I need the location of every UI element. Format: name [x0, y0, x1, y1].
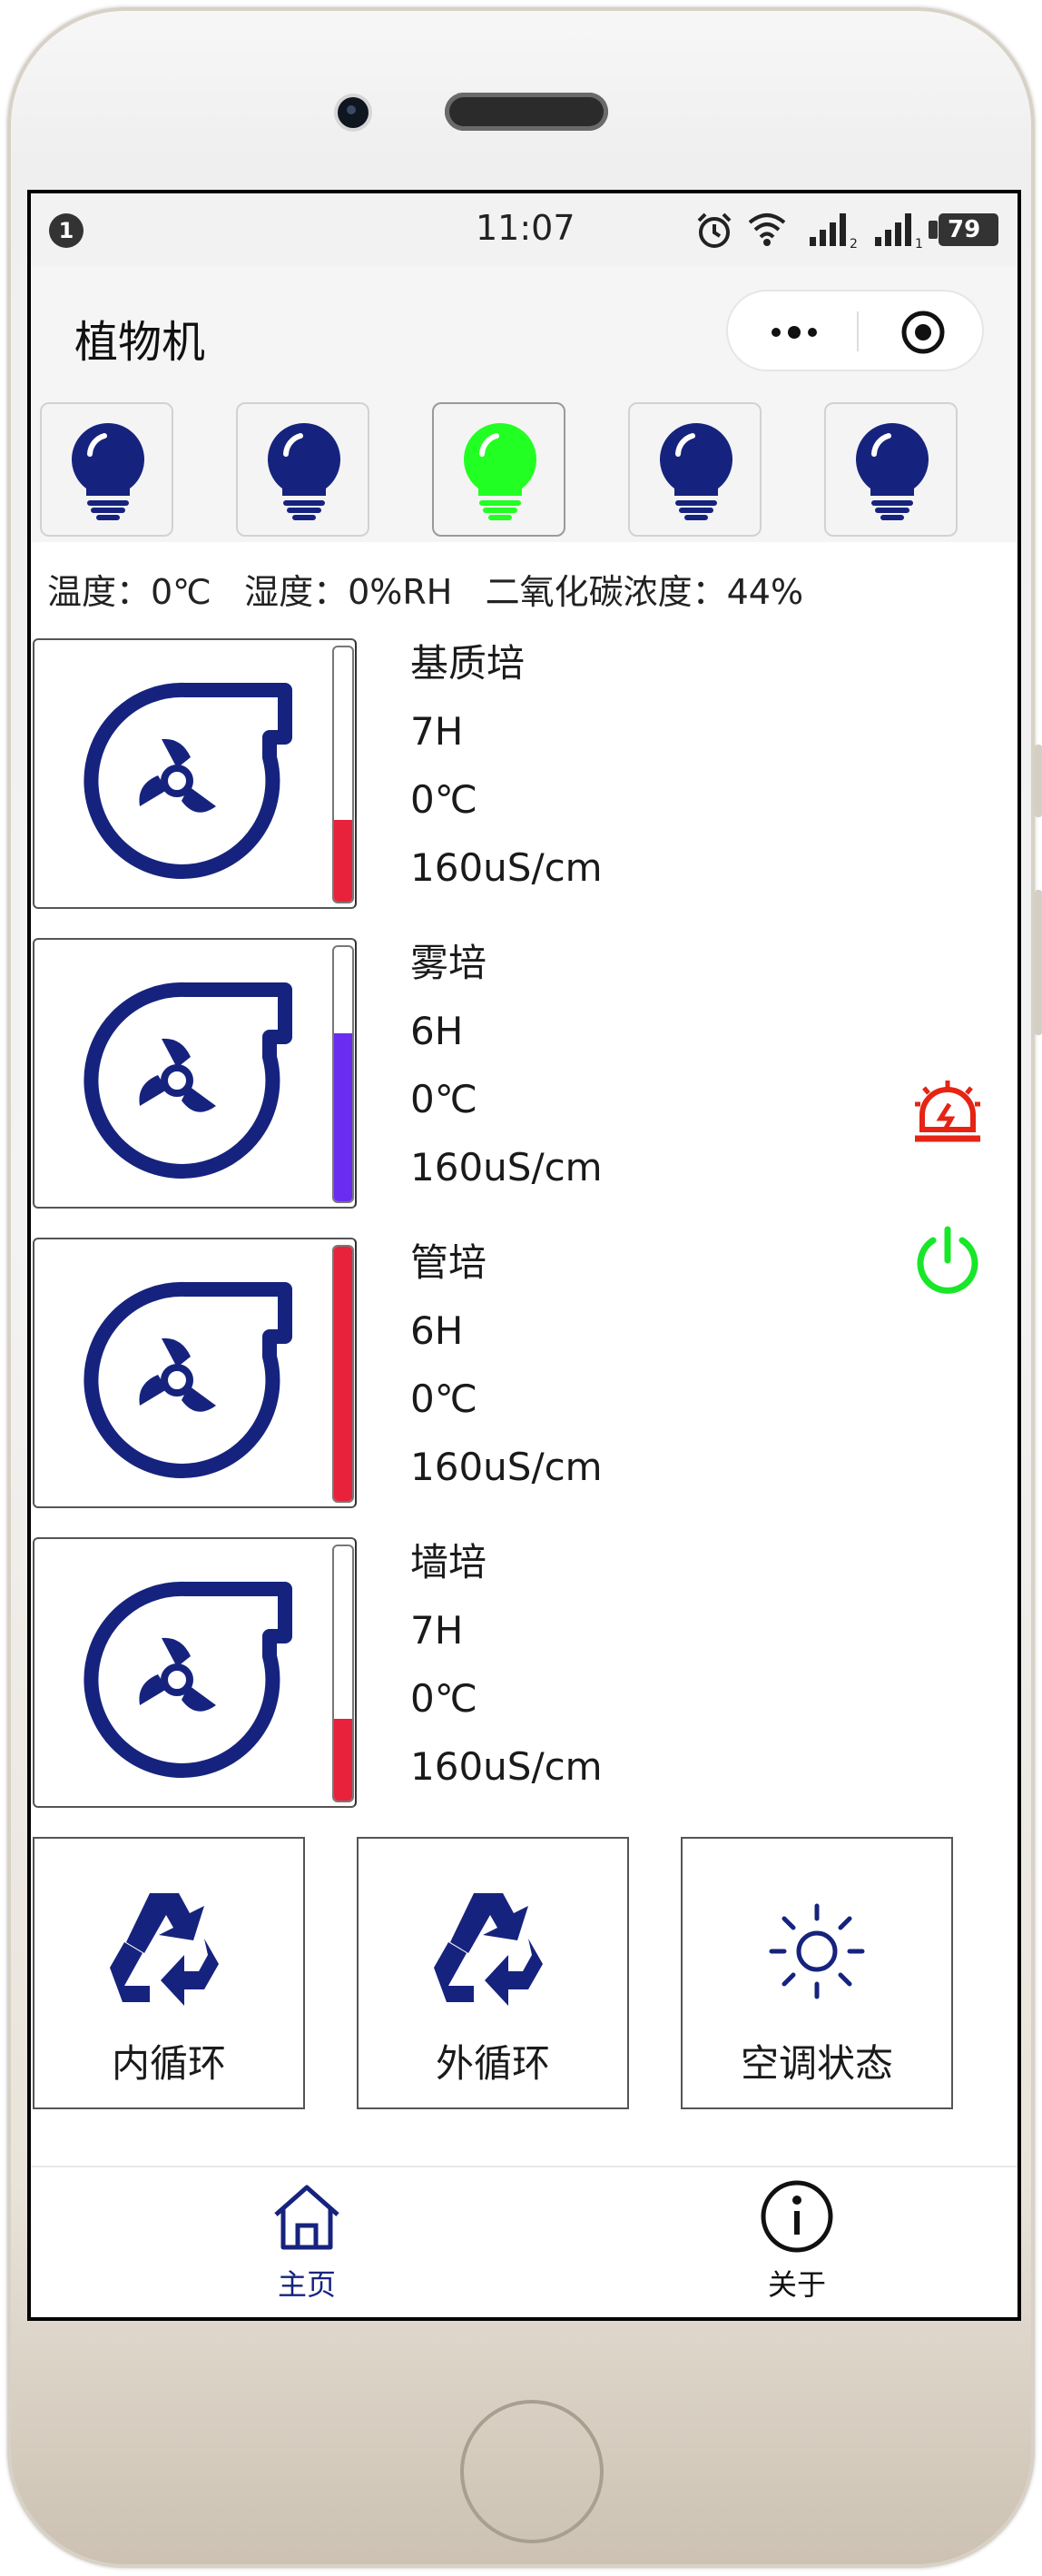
capsule-divider	[857, 311, 859, 351]
tank-name: 管培	[410, 1240, 487, 1285]
tab-home[interactable]: 主页	[216, 2167, 398, 2317]
notification-count: 1	[58, 218, 74, 243]
battery-tip	[929, 221, 938, 239]
signal-icon: 1	[875, 213, 923, 250]
tank-name: 基质培	[410, 641, 526, 686]
fan-icon	[84, 1581, 292, 1778]
tank-name: 雾培	[410, 941, 487, 985]
light-switch-2[interactable]	[236, 402, 369, 537]
status-bar: 1 11:07 2 1 79	[31, 193, 1017, 266]
level-gauge	[332, 1545, 354, 1802]
signal-icon: 2	[810, 213, 858, 250]
light-switch-5[interactable]	[824, 402, 958, 537]
sun-icon	[769, 1903, 865, 1999]
outer-circulation-button[interactable]: 外循环	[357, 1837, 629, 2109]
level-gauge	[332, 646, 354, 903]
tank-ec: 160uS/cm	[410, 1744, 603, 1789]
home-hardware-button[interactable]	[460, 2400, 604, 2543]
wifi-icon	[748, 213, 786, 246]
light-switch-3[interactable]	[432, 402, 565, 537]
tank-temp: 0℃	[410, 777, 477, 822]
tank-hours: 7H	[410, 709, 464, 754]
level-fill	[334, 1247, 352, 1501]
tank-hours: 6H	[410, 1009, 464, 1053]
recycle-icon	[434, 1893, 543, 2006]
power-icon[interactable]	[911, 1224, 984, 1297]
tank-hours: 6H	[410, 1308, 464, 1353]
tank-ec: 160uS/cm	[410, 845, 603, 890]
tab-about[interactable]: 关于	[706, 2167, 888, 2317]
page-title: 植物机	[74, 317, 206, 368]
notification-badge: 1	[49, 213, 84, 248]
tank-info: 管培 6H 0℃ 160uS/cm	[410, 1229, 603, 1501]
level-fill	[334, 1719, 352, 1801]
tank-card[interactable]	[33, 638, 357, 909]
tank-info: 墙培 7H 0℃ 160uS/cm	[410, 1528, 603, 1801]
control-label: 外循环	[435, 2041, 550, 2086]
tab-label: 主页	[277, 2267, 336, 2302]
tank-info: 基质培 7H 0℃ 160uS/cm	[410, 629, 603, 902]
alarm-siren-icon[interactable]	[911, 1079, 984, 1151]
recycle-icon	[110, 1893, 219, 2006]
lightbulb-icon	[71, 423, 144, 520]
close-target-icon[interactable]	[900, 310, 946, 355]
fan-icon	[84, 682, 292, 879]
environment-readout: 温度：0℃ 湿度：0%RH 二氧化碳浓度：44%	[47, 572, 804, 612]
tank-temp: 0℃	[410, 1377, 477, 1421]
tank-info: 雾培 6H 0℃ 160uS/cm	[410, 929, 603, 1201]
menu-capsule	[726, 290, 984, 371]
fan-icon	[84, 982, 292, 1179]
tab-label: 关于	[767, 2267, 826, 2302]
svg-text:1: 1	[915, 237, 923, 250]
tank-ec: 160uS/cm	[410, 1145, 603, 1189]
fan-icon	[84, 1281, 292, 1478]
level-gauge	[332, 945, 354, 1203]
home-icon	[274, 2185, 339, 2250]
svg-text:2: 2	[850, 237, 858, 250]
level-fill	[334, 820, 352, 902]
inner-circulation-button[interactable]: 内循环	[33, 1837, 305, 2109]
tank-hours: 7H	[410, 1608, 464, 1653]
tab-bar: 主页 关于	[31, 2166, 1017, 2317]
alarm-icon	[697, 212, 732, 248]
lightbulb-icon	[856, 423, 929, 520]
side-button	[1035, 745, 1042, 817]
level-gauge	[332, 1245, 354, 1503]
lightbulb-icon	[660, 423, 732, 520]
status-time: 11:07	[476, 208, 575, 248]
more-icon[interactable]	[762, 319, 826, 346]
light-switch-4[interactable]	[628, 402, 762, 537]
lightbulb-icon	[464, 423, 536, 520]
tank-temp: 0℃	[410, 1077, 477, 1121]
tank-temp: 0℃	[410, 1676, 477, 1721]
tank-card[interactable]	[33, 1238, 357, 1508]
earpiece-speaker	[445, 93, 608, 131]
control-label: 空调状态	[740, 2041, 893, 2086]
app-screen: 1 11:07 2 1 79 植物机 温度：0℃ 湿度：0%RH 二氧化碳浓度：…	[27, 190, 1021, 2321]
lightbulb-icon	[268, 423, 340, 520]
level-fill	[334, 1033, 352, 1201]
volume-button	[1035, 890, 1042, 1035]
front-camera	[338, 97, 369, 128]
tank-card[interactable]	[33, 938, 357, 1209]
battery-icon: 79	[939, 213, 998, 246]
tank-ec: 160uS/cm	[410, 1445, 603, 1489]
control-label: 内循环	[111, 2041, 226, 2086]
tank-name: 墙培	[410, 1540, 487, 1584]
ac-status-button[interactable]: 空调状态	[681, 1837, 953, 2109]
battery-level: 79	[948, 216, 981, 243]
tank-card[interactable]	[33, 1537, 357, 1808]
light-switch-1[interactable]	[40, 402, 173, 537]
info-icon	[761, 2180, 833, 2253]
